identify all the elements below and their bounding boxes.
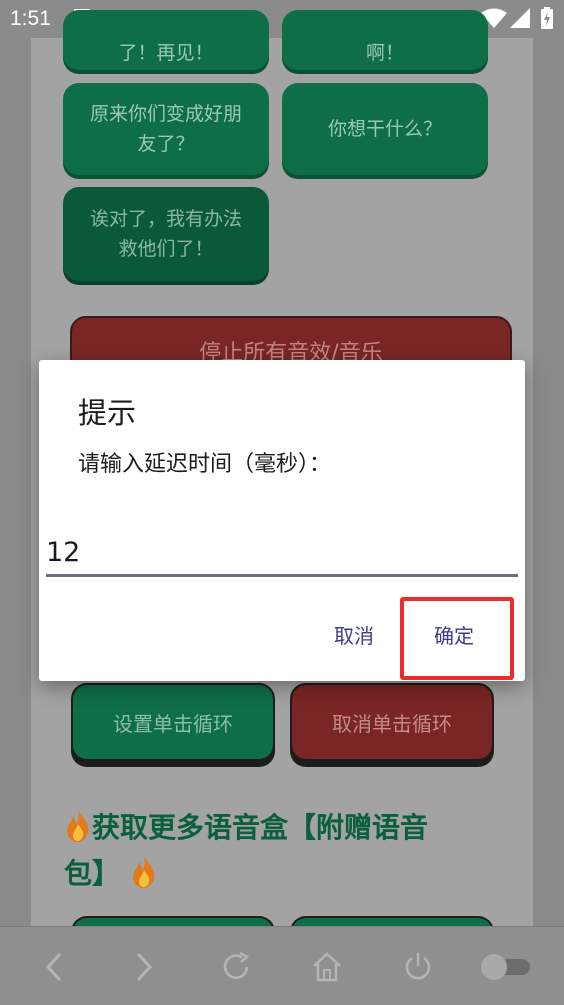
- refresh-button[interactable]: [216, 947, 256, 987]
- chevron-left-icon: [45, 952, 62, 982]
- fire-icon: [64, 810, 92, 842]
- delay-input[interactable]: [46, 530, 518, 577]
- cancel-button[interactable]: 取消: [334, 620, 374, 649]
- home-button[interactable]: [307, 947, 347, 987]
- toggle-icon: [481, 954, 530, 980]
- dialog-message: 请输入延迟时间（毫秒）：: [78, 452, 332, 477]
- page-margin-left: [0, 38, 31, 926]
- more-heading-line1: 获取更多语音盒【附赠语音: [92, 811, 429, 844]
- sound-tile-partial-right[interactable]: 啊！: [282, 10, 488, 70]
- refresh-icon: [223, 951, 250, 979]
- status-time: 1:51: [10, 7, 51, 30]
- power-button[interactable]: [398, 947, 438, 987]
- power-icon: [405, 953, 431, 980]
- home-icon: [313, 952, 341, 982]
- chevron-right-icon: [136, 952, 153, 982]
- signal-icon: [510, 8, 530, 32]
- forward-button[interactable]: [124, 947, 164, 987]
- fire-icon: [130, 856, 158, 888]
- browser-toolbar: [0, 926, 564, 1005]
- battery-charging-icon: [541, 7, 553, 33]
- sound-tile-friends[interactable]: 原来你们变成好朋 友了？: [63, 83, 269, 175]
- sound-tile-save-them[interactable]: 诶对了，我有办法 救他们了！: [63, 187, 269, 281]
- set-click-loop-button[interactable]: 设置单击循环: [71, 683, 275, 761]
- sound-tile-what-do-you-want[interactable]: 你想干什么？: [282, 83, 488, 175]
- more-heading-line2: 包】: [64, 857, 121, 890]
- back-button[interactable]: [34, 947, 74, 987]
- highlight-box: [400, 597, 514, 680]
- cancel-click-loop-button[interactable]: 取消单击循环: [290, 683, 494, 761]
- page-margin-right: [533, 38, 564, 926]
- dialog-title: 提示: [78, 396, 137, 430]
- sound-tile-partial-left[interactable]: 了！再见！: [63, 10, 269, 70]
- more-voice-boxes-link[interactable]: 获取更多语音盒【附赠语音 包】: [64, 805, 504, 897]
- toggle-switch[interactable]: [478, 947, 534, 987]
